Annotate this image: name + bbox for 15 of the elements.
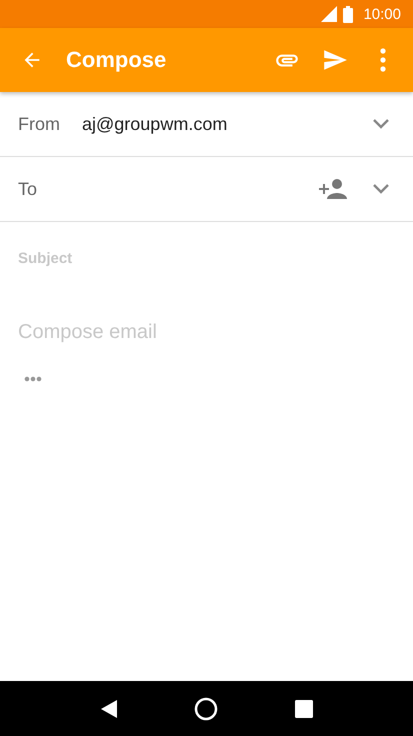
nav-back-icon[interactable] — [100, 698, 118, 718]
chevron-down-icon[interactable] — [372, 183, 390, 195]
add-contact-icon[interactable] — [319, 179, 347, 199]
status-time: 10:00 — [363, 6, 401, 22]
to-label: To — [18, 178, 38, 200]
from-address: aj@groupwm.com — [82, 114, 228, 134]
home-icon[interactable] — [194, 696, 218, 720]
more-options-icon[interactable] — [380, 48, 386, 72]
recents-icon[interactable] — [295, 700, 314, 718]
screen-title: Compose — [66, 47, 168, 73]
ellipsis-icon[interactable] — [24, 376, 42, 382]
signal-icon — [321, 6, 338, 22]
from-label: From — [18, 114, 61, 134]
battery-icon — [343, 6, 354, 22]
chevron-down-icon[interactable] — [372, 118, 390, 130]
